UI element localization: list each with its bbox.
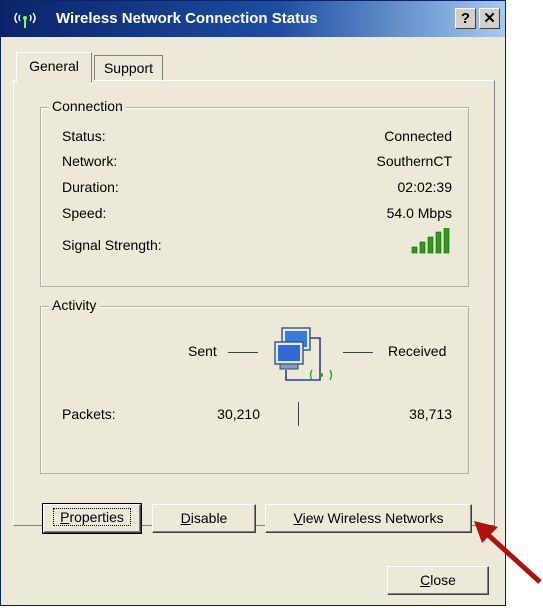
packets-label: Packets: — [62, 406, 116, 422]
connection-group-label: Connection — [49, 98, 126, 114]
duration-label: Duration: — [62, 179, 119, 195]
signal-strength-icon — [411, 228, 450, 254]
properties-button-label: Properties — [53, 508, 131, 526]
tab-support[interactable]: Support — [94, 55, 163, 81]
signal-bar — [443, 228, 450, 254]
activity-group: Activity — [40, 297, 469, 474]
network-value: SouthernCT — [376, 153, 452, 169]
status-label: Status: — [62, 128, 106, 144]
tab-general[interactable]: General — [16, 52, 92, 82]
signal-bar — [411, 246, 418, 254]
signal-bar — [427, 236, 434, 254]
activity-group-label: Activity — [49, 297, 100, 313]
view-wireless-networks-button[interactable]: View Wireless Networks — [265, 504, 472, 533]
received-line — [343, 352, 373, 353]
duration-value: 02:02:39 — [397, 179, 453, 195]
packets-divider — [298, 402, 299, 426]
title-bar[interactable]: Wireless Network Connection Status ? ✕ — [1, 1, 505, 37]
packets-sent-value: 30,210 — [217, 406, 260, 422]
signal-strength-label: Signal Strength: — [62, 237, 162, 253]
properties-button[interactable]: Properties — [42, 503, 142, 534]
speed-value: 54.0 Mbps — [386, 205, 452, 221]
disable-button[interactable]: Disable — [152, 504, 256, 533]
received-label: Received — [388, 343, 447, 359]
network-computers-icon — [274, 327, 333, 381]
sent-label: Sent — [188, 343, 217, 359]
sent-line — [228, 352, 258, 353]
packets-received-value: 38,713 — [409, 406, 452, 422]
wireless-antenna-icon — [14, 12, 36, 28]
help-button[interactable]: ? — [455, 8, 476, 29]
network-label: Network: — [62, 153, 118, 169]
title-close-button[interactable]: ✕ — [479, 8, 500, 29]
annotation-arrow-icon — [474, 521, 542, 584]
signal-bar — [419, 241, 426, 254]
window-title: Wireless Network Connection Status — [56, 10, 318, 27]
status-value: Connected — [384, 128, 452, 144]
signal-bar — [435, 231, 442, 254]
speed-label: Speed: — [62, 205, 107, 221]
